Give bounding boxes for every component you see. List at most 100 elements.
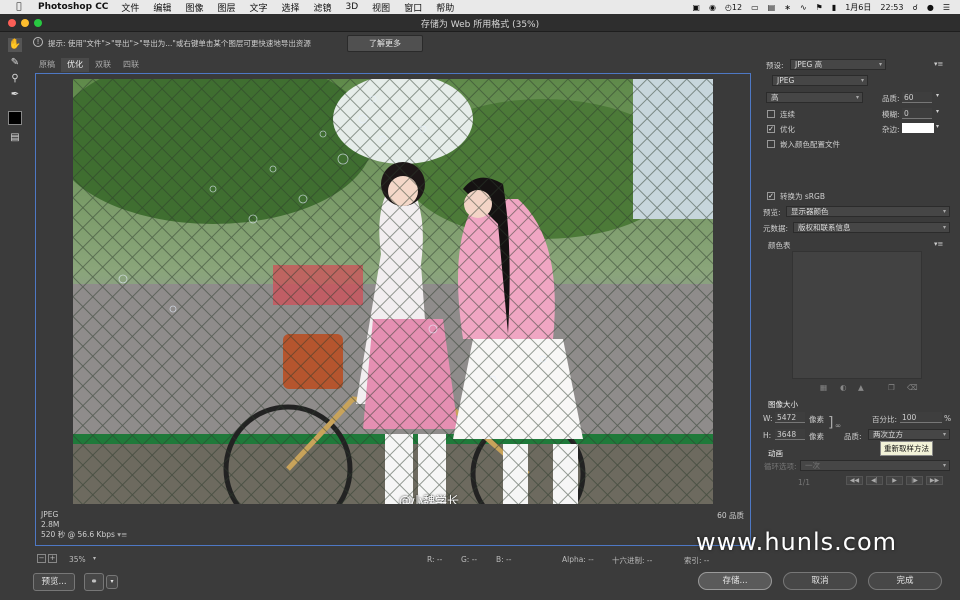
tab-original[interactable]: 原稿	[33, 58, 61, 72]
optimized-checkbox[interactable]: ✓	[767, 125, 775, 133]
slice-select-tool-icon[interactable]: ✎	[8, 56, 22, 70]
progressive-checkbox[interactable]	[767, 110, 775, 118]
quality-label: 品质:	[882, 94, 900, 103]
previous-frame-button[interactable]: ◀|	[866, 476, 883, 485]
web-shift-icon[interactable]: ◐	[840, 383, 847, 392]
download-speed-menu-icon[interactable]: ▾≡	[117, 530, 127, 539]
compression-quality-select[interactable]: 高 ▾	[766, 92, 863, 103]
last-frame-button[interactable]: ▶▶	[926, 476, 943, 485]
loop-options-select[interactable]: 一次 ▾	[800, 460, 950, 471]
tab-4up[interactable]: 四联	[117, 58, 145, 72]
notes-icon[interactable]: ▤	[768, 3, 776, 12]
readout-index: 索引: --	[684, 556, 710, 565]
matte-color-swatch[interactable]	[902, 123, 934, 133]
zoom-out-button[interactable]: −	[37, 554, 46, 563]
optimize-menu-icon[interactable]: ▾≡	[934, 60, 943, 68]
browser-dropdown-icon[interactable]: ▾	[106, 575, 118, 589]
learn-more-button[interactable]: 了解更多	[347, 35, 423, 52]
save-button[interactable]: 存储...	[698, 572, 772, 590]
cancel-button[interactable]: 取消	[783, 572, 857, 590]
delete-color-icon[interactable]: ⌫	[907, 383, 918, 392]
resample-method-select[interactable]: 两次立方 ▾	[868, 429, 950, 440]
bluetooth-icon[interactable]: ∗	[784, 3, 791, 12]
readout-alpha: Alpha: --	[562, 555, 594, 564]
display-icon[interactable]: ▣	[692, 3, 700, 12]
zoom-in-button[interactable]: +	[48, 554, 57, 563]
eyedropper-color-swatch[interactable]	[8, 111, 22, 125]
image-size-title: 图像大小	[768, 400, 798, 409]
browser-icon: ⚭	[90, 577, 98, 587]
zoom-dropdown-icon[interactable]: ▾	[93, 555, 96, 562]
matte-dropdown-icon[interactable]: ▾	[936, 123, 939, 130]
menu-type[interactable]: 文字	[249, 1, 267, 14]
height-input[interactable]: 3648	[775, 429, 805, 440]
metadata-select[interactable]: 版权和联系信息 ▾	[793, 222, 950, 233]
resample-chevron-down-icon: ▾	[942, 431, 946, 438]
zoom-level-select[interactable]: 35%	[69, 555, 86, 564]
siri-icon[interactable]: ●	[927, 3, 934, 12]
menu-file[interactable]: 文件	[121, 1, 139, 14]
menu-image[interactable]: 图像	[185, 1, 203, 14]
done-button[interactable]: 完成	[868, 572, 942, 590]
first-frame-button[interactable]: ◀◀	[846, 476, 863, 485]
new-color-icon[interactable]: ❐	[888, 383, 895, 392]
battery-icon[interactable]: ▮	[832, 3, 836, 12]
timer-status[interactable]: ◴12	[725, 3, 742, 12]
quality-input[interactable]: 60	[902, 92, 932, 103]
wifi-icon[interactable]: ∿	[800, 3, 807, 12]
apple-icon[interactable]: 	[12, 2, 26, 12]
browser-select-button[interactable]: ⚭	[84, 573, 104, 591]
tab-optimized[interactable]: 优化	[61, 58, 89, 72]
color-table-label: 颜色表	[768, 241, 791, 250]
hand-tool-icon[interactable]: ✋	[8, 38, 22, 52]
percent-input[interactable]: 100	[900, 412, 942, 423]
preview-color-select[interactable]: 显示器颜色 ▾	[786, 206, 950, 217]
wechat-icon[interactable]: ◉	[709, 3, 716, 12]
notification-center-icon[interactable]: ☰	[943, 3, 950, 12]
menu-view[interactable]: 视图	[372, 1, 390, 14]
embed-profile-checkbox[interactable]	[767, 140, 775, 148]
preview-in-browser-button[interactable]: 预览...	[33, 573, 75, 591]
eyedropper-tool-icon[interactable]: ✒	[8, 88, 22, 102]
menu-edit[interactable]: 编辑	[153, 1, 171, 14]
file-format-select[interactable]: JPEG ▾	[772, 75, 868, 86]
color-table-menu-icon[interactable]: ▾≡	[934, 240, 943, 248]
airplay-icon[interactable]: ▭	[751, 3, 759, 12]
menu-select[interactable]: 选择	[281, 1, 299, 14]
next-frame-button[interactable]: |▶	[906, 476, 923, 485]
lock-color-icon[interactable]: ▲	[858, 383, 864, 392]
menubar-status-area: ▣ ◉ ◴12 ▭ ▤ ∗ ∿ ⚑ ▮ 1月6日 22:53 ☌ ● ☰	[692, 0, 950, 14]
image-preview-pane[interactable]: @小魏学长 JPEG 2.8M 520 秒 @ 56.6 Kbps ▾≡ 60 …	[35, 73, 751, 546]
width-input[interactable]: 5472	[775, 412, 805, 423]
menu-filter[interactable]: 滤镜	[314, 1, 332, 14]
menu-3d[interactable]: 3D	[346, 2, 359, 12]
menubar-time[interactable]: 22:53	[880, 3, 903, 12]
color-table[interactable]	[792, 251, 922, 379]
spotlight-icon[interactable]: ☌	[912, 3, 917, 12]
menu-layer[interactable]: 图层	[217, 1, 235, 14]
map-color-icon[interactable]: ▦	[820, 383, 827, 392]
quality-slider-icon[interactable]: ▾	[936, 92, 939, 99]
window-titlebar: 存储为 Web 所用格式 (35%)	[0, 14, 960, 32]
link-proportions-icon[interactable]: ∞	[835, 421, 841, 430]
zoom-tool-icon[interactable]: ⚲	[8, 72, 22, 86]
app-name-menu[interactable]: Photoshop CC	[38, 2, 108, 12]
tab-2up[interactable]: 双联	[89, 58, 117, 72]
optimize-settings-panel: 预设: JPEG 高 ▾ ▾≡ JPEG ▾ 高 ▾ 品质: 60 ▾ 连续 模糊: …	[760, 54, 956, 554]
toggle-slices-icon[interactable]: ▤	[8, 131, 22, 145]
progressive-label: 连续	[780, 110, 795, 119]
readout-r: R: --	[427, 555, 443, 564]
info-icon: !	[33, 37, 43, 47]
convert-srgb-checkbox[interactable]: ✓	[767, 192, 775, 200]
blur-input[interactable]: 0	[902, 108, 932, 119]
preview-photo[interactable]: @小魏学长	[73, 79, 713, 504]
blur-slider-icon[interactable]: ▾	[936, 108, 939, 115]
flag-icon[interactable]: ⚑	[816, 3, 823, 12]
menubar-date[interactable]: 1月6日	[845, 2, 871, 13]
menu-window[interactable]: 窗口	[404, 1, 422, 14]
preset-select[interactable]: JPEG 高 ▾	[790, 59, 886, 70]
play-button[interactable]: ▶	[886, 476, 903, 485]
menu-help[interactable]: 帮助	[436, 1, 454, 14]
hint-text: 提示: 使用"文件">"导出">"导出为..."或右键单击某个图层可更快速地导出…	[48, 39, 311, 48]
width-label: W:	[763, 414, 773, 423]
